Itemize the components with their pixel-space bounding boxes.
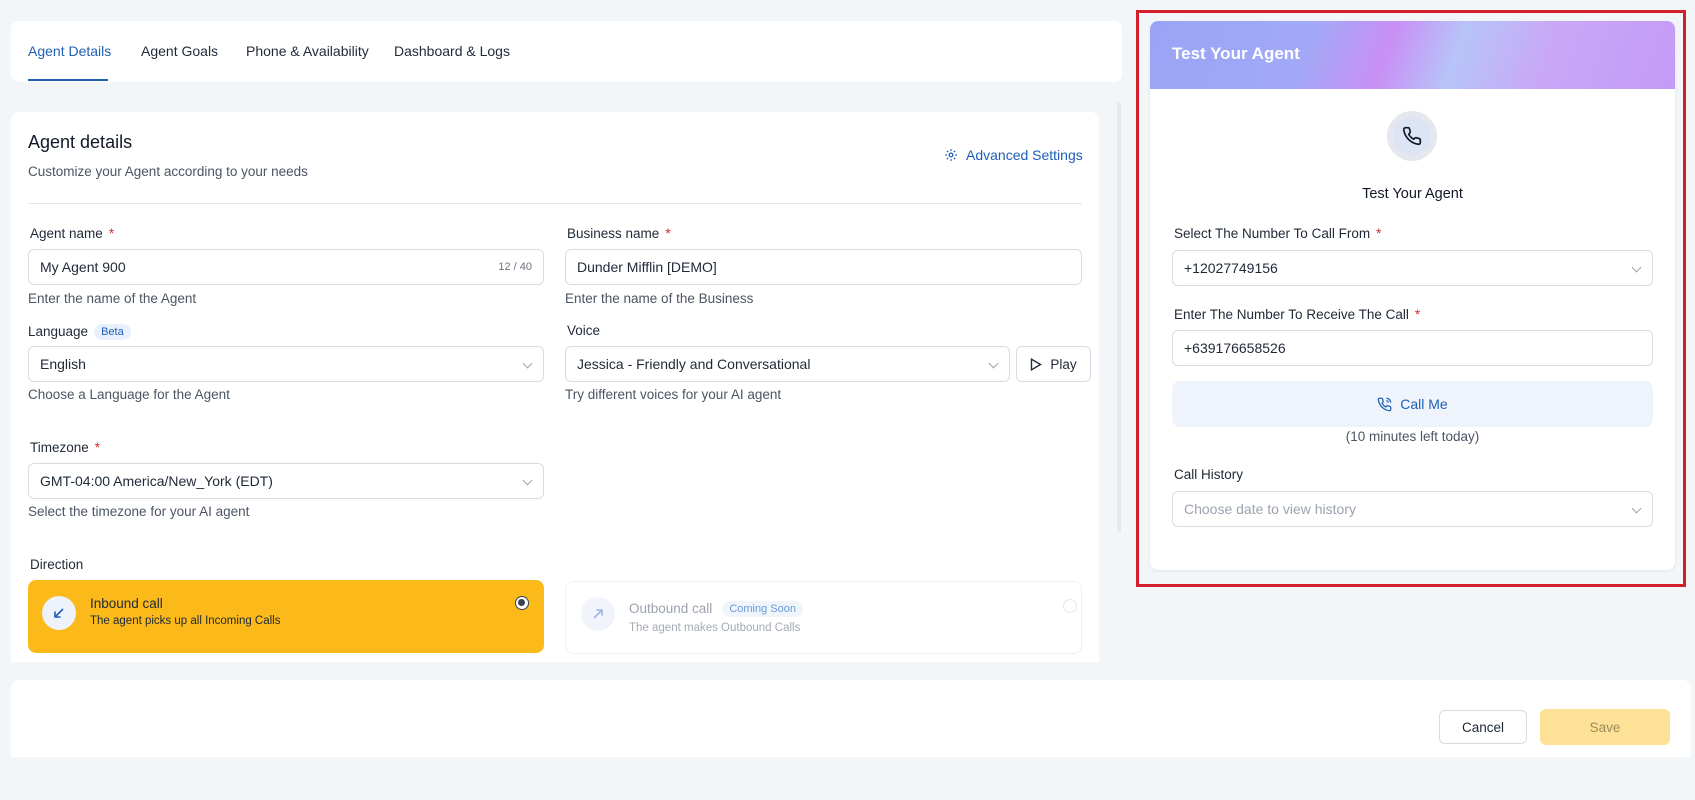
inbound-call-option[interactable]: Inbound call The agent picks up all Inco… bbox=[28, 580, 544, 653]
divider bbox=[28, 203, 1082, 204]
tab-dashboard-logs[interactable]: Dashboard & Logs bbox=[394, 43, 510, 59]
language-value: English bbox=[40, 356, 86, 372]
outbound-call-option: Outbound call Coming Soon The agent makes… bbox=[565, 581, 1082, 654]
voice-select[interactable]: Jessica - Friendly and Conversational bbox=[565, 346, 1010, 382]
char-counter: 12 / 40 bbox=[498, 261, 532, 273]
tab-agent-details[interactable]: Agent Details bbox=[28, 43, 111, 59]
business-name-label: Business name * bbox=[567, 226, 671, 241]
chevron-down-icon bbox=[522, 475, 533, 486]
active-tab-indicator bbox=[28, 79, 108, 81]
advanced-settings-label: Advanced Settings bbox=[966, 147, 1083, 163]
inbound-radio[interactable] bbox=[515, 596, 529, 610]
arrow-up-right-icon bbox=[581, 597, 615, 631]
agent-name-label: Agent name * bbox=[30, 226, 115, 241]
play-icon bbox=[1031, 357, 1043, 371]
timezone-label: Timezone * bbox=[30, 440, 101, 455]
business-name-input[interactable]: Dunder Mifflin [DEMO] bbox=[565, 249, 1082, 285]
inbound-call-title: Inbound call bbox=[90, 596, 163, 611]
direction-label: Direction bbox=[30, 557, 84, 572]
language-label: Language Beta bbox=[28, 324, 131, 340]
agent-name-value: My Agent 900 bbox=[40, 259, 126, 275]
chevron-down-icon bbox=[988, 358, 999, 369]
language-select[interactable]: English bbox=[28, 346, 544, 382]
section-title: Agent details bbox=[28, 132, 133, 152]
outbound-call-subtitle: The agent makes Outbound Calls bbox=[629, 622, 801, 634]
outbound-call-title: Outbound call Coming Soon bbox=[629, 601, 803, 617]
timezone-hint: Select the timezone for your AI agent bbox=[28, 504, 250, 519]
arrow-down-left-icon bbox=[42, 596, 76, 630]
inbound-call-subtitle: The agent picks up all Incoming Calls bbox=[90, 615, 281, 627]
beta-badge: Beta bbox=[94, 324, 131, 340]
tab-agent-goals[interactable]: Agent Goals bbox=[141, 43, 218, 59]
agent-name-input[interactable]: My Agent 900 12 / 40 bbox=[28, 249, 544, 285]
agent-name-hint: Enter the name of the Agent bbox=[28, 291, 197, 306]
business-name-value: Dunder Mifflin [DEMO] bbox=[577, 259, 717, 275]
gear-icon bbox=[945, 149, 957, 161]
test-panel-highlight-frame bbox=[1136, 10, 1686, 587]
outbound-radio bbox=[1063, 599, 1077, 613]
scrollbar[interactable] bbox=[1117, 102, 1121, 532]
cancel-button[interactable]: Cancel bbox=[1439, 710, 1527, 744]
chevron-down-icon bbox=[522, 358, 533, 369]
coming-soon-badge: Coming Soon bbox=[722, 601, 803, 617]
play-voice-button[interactable]: Play bbox=[1016, 346, 1091, 382]
tab-bar: Agent Details Agent Goals Phone & Availa… bbox=[11, 21, 1122, 82]
voice-label: Voice bbox=[567, 323, 601, 338]
save-button[interactable]: Save bbox=[1540, 709, 1670, 745]
voice-hint: Try different voices for your AI agent bbox=[565, 387, 782, 402]
tab-phone-availability[interactable]: Phone & Availability bbox=[246, 43, 369, 59]
timezone-value: GMT-04:00 America/New_York (EDT) bbox=[40, 473, 273, 489]
timezone-select[interactable]: GMT-04:00 America/New_York (EDT) bbox=[28, 463, 544, 499]
agent-details-card: Agent details Customize your Agent accor… bbox=[11, 112, 1099, 662]
voice-value: Jessica - Friendly and Conversational bbox=[577, 356, 811, 372]
play-label: Play bbox=[1050, 356, 1077, 372]
section-subtitle: Customize your Agent according to your n… bbox=[28, 164, 308, 179]
business-name-hint: Enter the name of the Business bbox=[565, 291, 754, 306]
advanced-settings-link[interactable]: Advanced Settings bbox=[944, 147, 1083, 163]
language-hint: Choose a Language for the Agent bbox=[28, 387, 230, 402]
footer-bar: Cancel Save bbox=[11, 680, 1691, 757]
